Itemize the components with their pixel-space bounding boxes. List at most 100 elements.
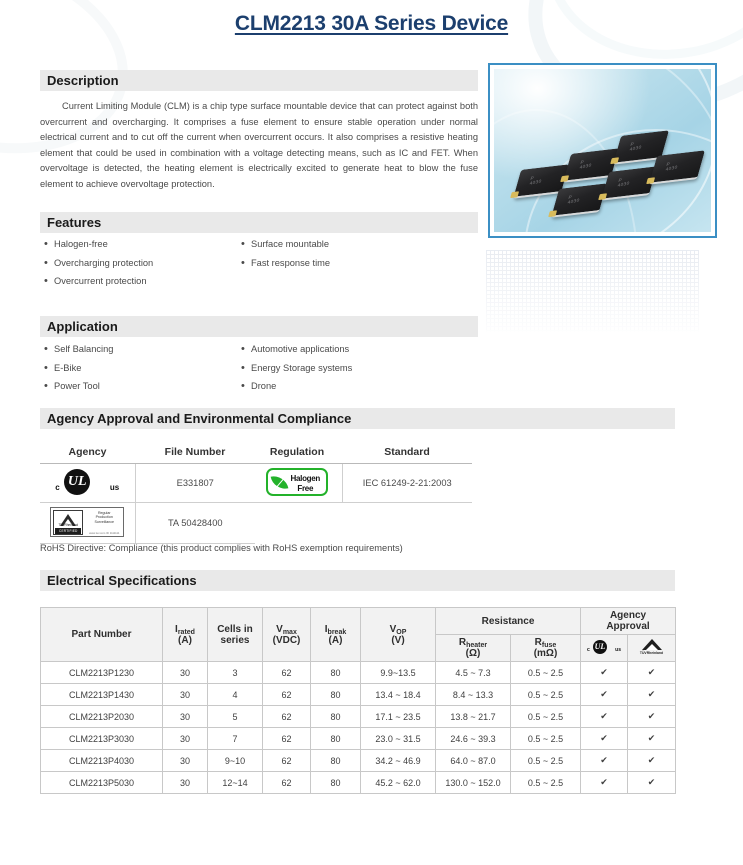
bullet-icon: • xyxy=(44,256,48,269)
product-image: P 4030 P 4030 P 4030 P 4030 P 4030 P 4030 xyxy=(488,63,717,238)
tuv-badge-icon: TÜVRheinland CERTIFIED xyxy=(53,510,84,535)
column-header-i-rated: Irated (A) xyxy=(162,607,208,662)
column-header-ul-approval: c us xyxy=(580,634,628,662)
column-header-regulation: Regulation xyxy=(252,446,342,464)
chip-label: P 4030 xyxy=(665,161,679,172)
cell-cells: 7 xyxy=(207,727,263,750)
i-break-unit: (A) xyxy=(328,634,343,646)
cell-v-op: 45.2 ~ 62.0 xyxy=(360,771,436,794)
cell-i-rated: 30 xyxy=(162,727,208,750)
cell-ul-check: ✔ xyxy=(580,705,628,728)
section-header-agency-approval: Agency Approval and Environmental Compli… xyxy=(40,408,675,429)
description-body: Current Limiting Module (CLM) is a chip … xyxy=(40,101,478,189)
cell-v-op: 23.0 ~ 31.5 xyxy=(360,727,436,750)
tuv-line-2: Production xyxy=(95,515,113,520)
cell-cells: 4 xyxy=(207,683,263,706)
chip-label: P 4030 xyxy=(617,177,631,188)
cell-v-op: 17.1 ~ 23.5 xyxy=(360,705,436,728)
cell-tuv-check: ✔ xyxy=(627,705,676,728)
page-title: CLM2213 30A Series Device xyxy=(234,12,509,35)
cell-i-break: 80 xyxy=(310,683,361,706)
agency-approval-line-1: Agency xyxy=(609,610,647,621)
section-header-description: Description xyxy=(40,70,478,91)
table-row: CLM2213P1230 30 3 62 80 9.9~13.5 4.5 ~ 7… xyxy=(40,661,676,684)
ul-us-label: us xyxy=(109,483,120,492)
tuv-brand-label: TÜVRheinland xyxy=(58,523,79,527)
section-header-application: Application xyxy=(40,316,478,337)
list-item: • Drone xyxy=(241,377,352,396)
cell-i-rated: 30 xyxy=(162,661,208,684)
tuv-line-3: Surveillance xyxy=(94,519,115,524)
column-header-tuv-approval: TÜVRheinland xyxy=(627,634,676,662)
bullet-icon: • xyxy=(44,343,48,355)
halogen-free-icon: Halogen Free xyxy=(265,468,328,496)
cell-r-fuse: 0.5 ~ 2.5 xyxy=(510,727,581,750)
column-header-agency: Agency xyxy=(40,446,135,464)
cell-ul-check: ✔ xyxy=(580,683,628,706)
list-item-label: Halogen-free xyxy=(54,239,108,249)
bullet-icon: • xyxy=(44,361,48,374)
list-item: • Overcurrent protection xyxy=(44,272,153,291)
cell-cells: 5 xyxy=(207,705,263,728)
column-header-standard: Standard xyxy=(342,446,472,464)
tuv-triangle-icon xyxy=(641,638,662,650)
table-row: CLM2213P3030 30 7 62 80 23.0 ~ 31.5 24.6… xyxy=(40,727,676,750)
list-item-label: Fast response time xyxy=(251,257,331,268)
tuv-logo-cell: TÜVRheinland CERTIFIED Regular Productio… xyxy=(40,502,136,544)
cell-v-max: 62 xyxy=(262,771,311,794)
cell-r-heater: 8.4 ~ 13.3 xyxy=(435,683,511,706)
cell-r-fuse: 0.5 ~ 2.5 xyxy=(510,661,581,684)
cell-v-op: 34.2 ~ 46.9 xyxy=(360,749,436,772)
r-fuse-subscript: fuse xyxy=(541,642,557,649)
cell-tuv-check: ✔ xyxy=(627,771,676,794)
cell-i-rated: 30 xyxy=(162,705,208,728)
ul-c-label: c xyxy=(587,646,590,653)
application-list-right: • Automotive applications • Energy Stora… xyxy=(241,340,352,396)
table-row: CLM2213P1430 30 4 62 80 13.4 ~ 18.4 8.4 … xyxy=(40,683,676,706)
leaf-icon xyxy=(270,473,289,492)
cell-v-max: 62 xyxy=(262,727,311,750)
list-item: • Halogen-free xyxy=(44,235,153,254)
product-image-canvas: P 4030 P 4030 P 4030 P 4030 P 4030 P 4030 xyxy=(494,69,711,232)
bullet-icon: • xyxy=(44,275,48,287)
ul-logo-cell: c us xyxy=(40,463,136,503)
cell-ul-check: ✔ xyxy=(580,661,628,684)
cell-r-fuse: 0.5 ~ 2.5 xyxy=(510,749,581,772)
column-header-file-number: File Number xyxy=(135,446,255,464)
list-item-label: Self Balancing xyxy=(54,344,114,354)
cell-tuv-check: ✔ xyxy=(627,683,676,706)
cell-tuv-check: ✔ xyxy=(627,727,676,750)
cell-i-break: 80 xyxy=(310,727,361,750)
ul-roundel-icon xyxy=(593,639,607,654)
regulation-standard-table: Regulation Standard Halogen Free IEC 612… xyxy=(252,446,472,503)
cell-r-fuse: 0.5 ~ 2.5 xyxy=(510,771,581,794)
cell-part-number: CLM2213P1230 xyxy=(40,661,163,684)
list-item-label: Drone xyxy=(251,381,277,391)
r-heater-unit: (Ω) xyxy=(465,648,481,659)
list-item: • E-Bike xyxy=(44,359,113,378)
cell-part-number: CLM2213P4030 xyxy=(40,749,163,772)
bullet-icon: • xyxy=(241,380,245,392)
cell-ul-check: ✔ xyxy=(580,727,628,750)
file-number-value: TA 50428400 xyxy=(135,502,255,544)
bullet-icon: • xyxy=(241,238,245,250)
cell-v-max: 62 xyxy=(262,705,311,728)
list-item-label: E-Bike xyxy=(54,362,82,373)
application-list-left: • Self Balancing • E-Bike • Power Tool xyxy=(44,340,113,396)
cell-v-max: 62 xyxy=(262,683,311,706)
list-item: • Energy Storage systems xyxy=(241,359,352,378)
bullet-icon: • xyxy=(241,343,245,355)
halogen-free-line-1: Halogen xyxy=(290,474,321,483)
chip-label: P 4030 xyxy=(629,141,643,152)
column-group-header-agency-approval: Agency Approval xyxy=(580,607,676,635)
tuv-certification-icon: TÜVRheinland xyxy=(639,638,665,655)
column-header-v-max: Vmax (VDC) xyxy=(262,607,311,662)
cell-cells: 3 xyxy=(207,661,263,684)
file-number-value: E331807 xyxy=(135,463,255,503)
r-heater-subscript: heater xyxy=(466,642,488,649)
cell-part-number: CLM2213P2030 xyxy=(40,705,163,728)
features-list-left: • Halogen-free • Overcharging protection… xyxy=(44,235,153,291)
features-list-right: • Surface mountable • Fast response time xyxy=(241,235,330,272)
v-op-unit: (V) xyxy=(391,634,405,646)
tuv-certification-icon: TÜVRheinland CERTIFIED Regular Productio… xyxy=(50,507,125,537)
